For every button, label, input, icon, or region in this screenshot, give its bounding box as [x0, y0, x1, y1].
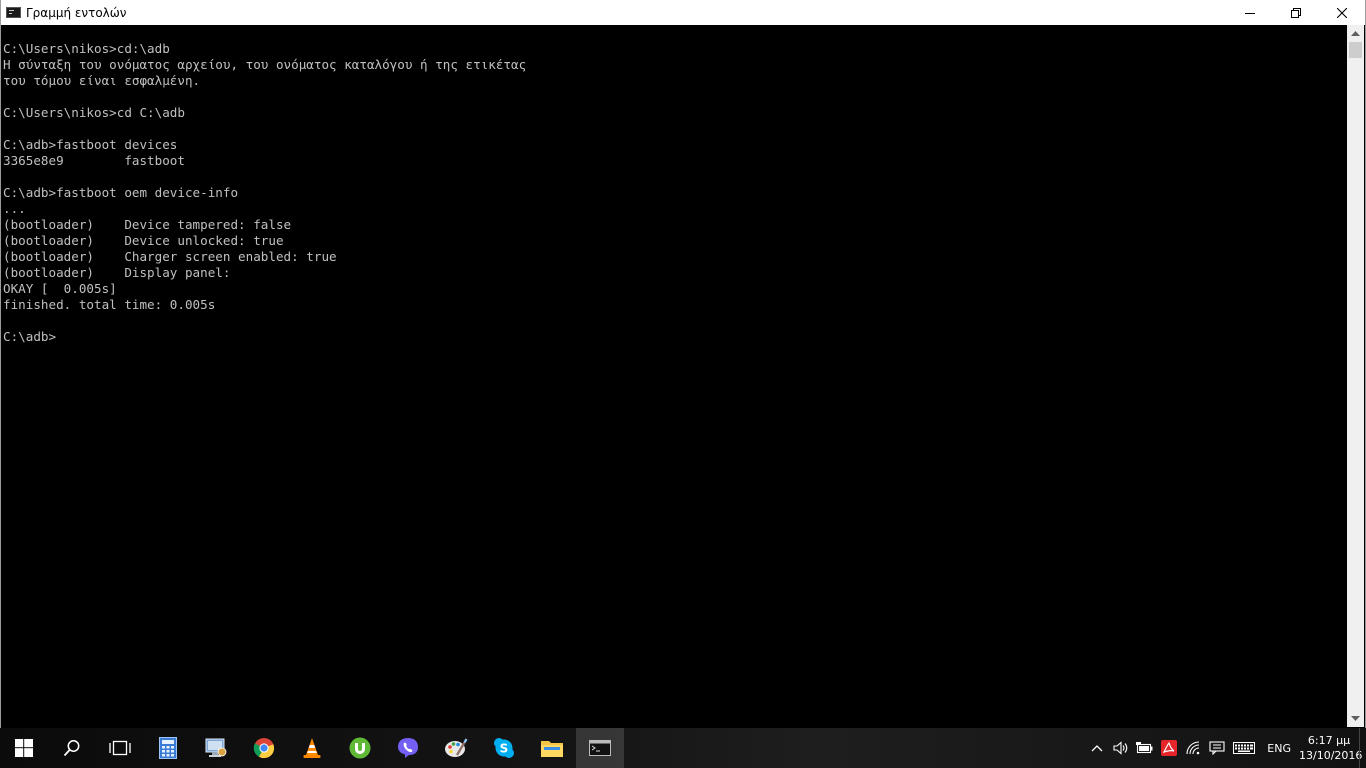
control-panel-taskbar-button[interactable]: [192, 728, 240, 768]
clock-date: 13/10/2016: [1299, 749, 1363, 762]
file-explorer-taskbar-button[interactable]: [528, 728, 576, 768]
close-button[interactable]: [1319, 0, 1365, 25]
clock[interactable]: 6:17 μμ 13/10/2016: [1299, 733, 1363, 763]
show-hidden-icons-button[interactable]: [1085, 728, 1109, 768]
console-line: Η σύνταξη του ονόματος αρχείου, του ονόμ…: [3, 57, 527, 72]
scroll-thumb[interactable]: [1349, 42, 1362, 58]
console-line: C:\Users\nikos>cd C:\adb: [3, 105, 185, 120]
command-prompt-taskbar-button[interactable]: [576, 728, 624, 768]
vlc-taskbar-button[interactable]: [288, 728, 336, 768]
console-line: finished. total time: 0.005s: [3, 297, 216, 312]
volume-button[interactable]: [1109, 728, 1133, 768]
command-prompt-icon[interactable]: [6, 7, 21, 18]
scroll-down-arrow-icon: [1351, 716, 1360, 721]
task-view-button[interactable]: [96, 728, 144, 768]
chrome-icon: [253, 738, 275, 759]
calculator-taskbar-button[interactable]: [144, 728, 192, 768]
clock-time: 6:17 μμ: [1307, 734, 1351, 747]
console-line: (bootloader) Device tampered: false: [3, 217, 292, 232]
utorrent-taskbar-button[interactable]: [336, 728, 384, 768]
console-line: C:\Users\nikos>cd:\adb: [3, 41, 170, 56]
svg-text:S: S: [500, 742, 509, 756]
control-panel-icon: [205, 738, 227, 757]
console-line: ...: [3, 201, 26, 216]
console-line: OKAY [ 0.005s]: [3, 281, 117, 296]
vertical-scrollbar[interactable]: [1347, 25, 1364, 727]
console-line: C:\adb>fastboot devices: [3, 137, 178, 152]
utorrent-icon: [349, 737, 371, 759]
input-language-indicator[interactable]: ENG: [1259, 742, 1299, 755]
window-title: Γραμμή εντολών: [26, 5, 127, 20]
paint-icon: [445, 738, 468, 757]
title-bar[interactable]: Γραμμή εντολών: [1, 0, 1365, 25]
restore-button[interactable]: [1273, 0, 1319, 25]
windows-start-icon: [15, 739, 33, 757]
volume-icon: [1113, 741, 1128, 755]
acrobat-icon: [1161, 740, 1178, 756]
command-prompt-window: Γραμμή εντολών C:\Users\nikos>cd:\adb Η …: [0, 0, 1366, 728]
action-center-button[interactable]: [1205, 728, 1229, 768]
viber-icon: [398, 738, 418, 758]
search-button[interactable]: [48, 728, 96, 768]
keyboard-icon: [1233, 742, 1256, 754]
window-controls: [1227, 0, 1365, 25]
chevron-up-icon: [1091, 745, 1103, 752]
acrobat-tray-button[interactable]: [1157, 728, 1181, 768]
console-line: του τόμου είναι εσφαλμένη.: [3, 73, 201, 88]
network-button[interactable]: [1181, 728, 1205, 768]
notification-icon: [1209, 741, 1225, 755]
task-view-icon: [109, 740, 131, 756]
file-explorer-icon: [541, 741, 563, 757]
console-lines: C:\Users\nikos>cd:\adb Η σύνταξη του ονό…: [2, 25, 1348, 345]
start-button[interactable]: [0, 728, 48, 768]
search-icon: [63, 740, 80, 757]
taskbar: S ENG 6:17 μμ 13/10/2016: [0, 728, 1366, 768]
battery-button[interactable]: [1133, 728, 1157, 768]
scroll-down-button[interactable]: [1347, 710, 1364, 727]
system-tray: ENG 6:17 μμ 13/10/2016: [1085, 728, 1366, 768]
minimize-icon: [1245, 12, 1255, 14]
show-desktop-button[interactable]: [1359, 728, 1366, 768]
close-icon: [1337, 7, 1347, 18]
scroll-up-button[interactable]: [1347, 25, 1364, 42]
touch-keyboard-button[interactable]: [1229, 728, 1259, 768]
console-line: (bootloader) Device unlocked: true: [3, 233, 284, 248]
battery-icon: [1136, 742, 1153, 754]
console-line: (bootloader) Charger screen enabled: tru…: [3, 249, 337, 264]
skype-taskbar-button[interactable]: S: [480, 728, 528, 768]
console-output[interactable]: C:\Users\nikos>cd:\adb Η σύνταξη του ονό…: [2, 25, 1348, 727]
calculator-icon: [159, 737, 177, 759]
command-prompt-icon: [589, 740, 611, 756]
restore-icon: [1291, 7, 1301, 18]
skype-icon: S: [494, 738, 514, 758]
console-line: C:\adb>fastboot oem device-info: [3, 185, 239, 200]
console-prompt-line[interactable]: C:\adb>: [2, 329, 1348, 345]
console-line: (bootloader) Display panel:: [3, 265, 231, 280]
console-line: 3365e8e9 fastboot: [3, 153, 185, 168]
scroll-up-arrow-icon: [1351, 31, 1360, 36]
vlc-icon: [303, 738, 321, 758]
wifi-icon: [1186, 741, 1200, 755]
minimize-button[interactable]: [1227, 0, 1273, 25]
chrome-taskbar-button[interactable]: [240, 728, 288, 768]
paint-taskbar-button[interactable]: [432, 728, 480, 768]
viber-taskbar-button[interactable]: [384, 728, 432, 768]
